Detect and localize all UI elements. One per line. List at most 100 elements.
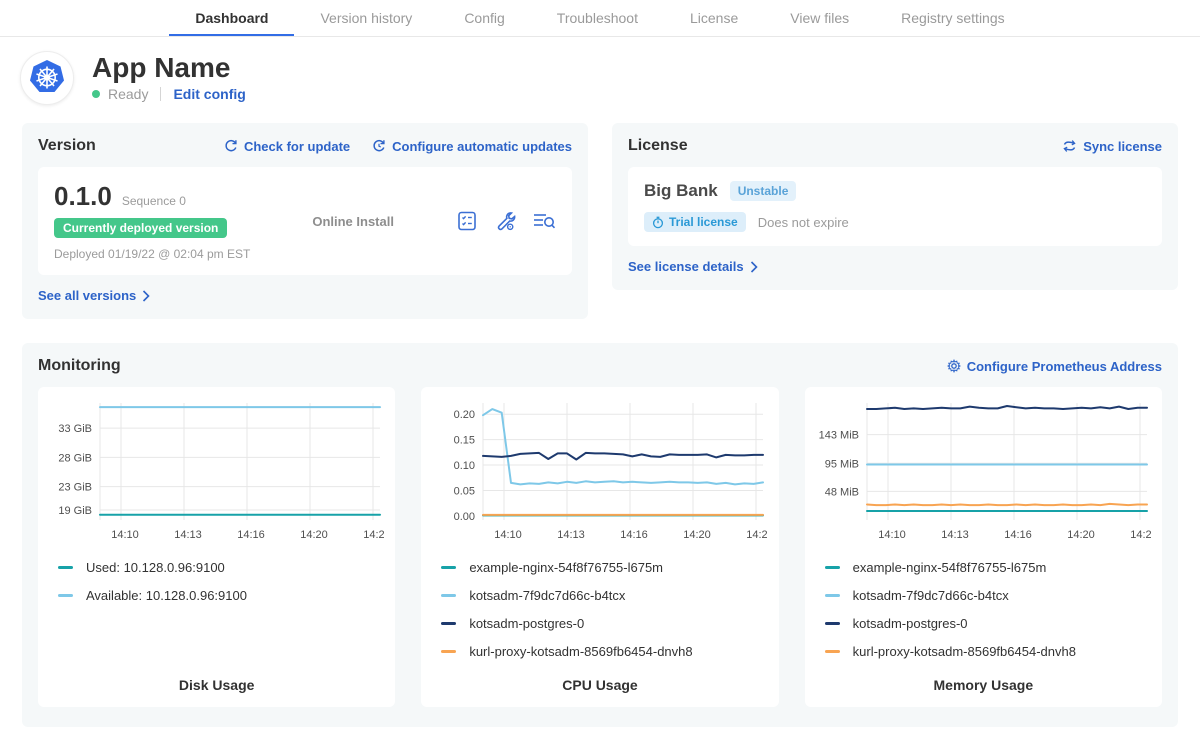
svg-text:28 GiB: 28 GiB — [58, 452, 92, 464]
stopwatch-icon — [652, 216, 664, 229]
divider — [160, 87, 161, 101]
see-license-details-link[interactable]: See license details — [628, 259, 758, 274]
tab-version-history[interactable]: Version history — [294, 0, 438, 36]
cpu-usage-legend: example-nginx-54f8f76755-l675m kotsadm-7f… — [433, 553, 766, 665]
svg-text:0.20: 0.20 — [454, 409, 475, 421]
legend-swatch — [441, 650, 456, 653]
svg-text:14:23: 14:23 — [747, 529, 768, 541]
refresh-icon — [224, 139, 238, 153]
tab-troubleshoot[interactable]: Troubleshoot — [531, 0, 664, 36]
svg-text:33 GiB: 33 GiB — [58, 423, 92, 435]
legend-swatch — [58, 594, 73, 597]
svg-text:14:10: 14:10 — [111, 529, 139, 541]
chevron-right-icon — [142, 290, 150, 302]
cpu-usage-chart-card: 14:1014:1314:1614:2014:230.200.150.100.0… — [421, 387, 778, 707]
legend-swatch — [825, 622, 840, 625]
top-nav: Dashboard Version history Config Trouble… — [0, 0, 1200, 37]
deployed-timestamp: Deployed 01/19/22 @ 02:04 pm EST — [54, 247, 250, 261]
legend-label: Used: 10.128.0.96:9100 — [86, 560, 225, 575]
see-all-versions-link[interactable]: See all versions — [38, 288, 150, 303]
legend-label: example-nginx-54f8f76755-l675m — [469, 560, 663, 575]
legend-label: example-nginx-54f8f76755-l675m — [853, 560, 1047, 575]
tab-dashboard[interactable]: Dashboard — [169, 0, 294, 36]
legend-label: kotsadm-7f9dc7d66c-b4tcx — [853, 588, 1009, 603]
svg-text:0.00: 0.00 — [454, 511, 475, 523]
svg-text:0.10: 0.10 — [454, 460, 475, 472]
legend-label: Available: 10.128.0.96:9100 — [86, 588, 247, 603]
config-wrench-icon[interactable] — [494, 210, 516, 232]
legend-item: Available: 10.128.0.96:9100 — [58, 581, 383, 609]
svg-text:0.15: 0.15 — [454, 435, 475, 447]
svg-text:95 MiB: 95 MiB — [824, 458, 858, 470]
chevron-right-icon — [750, 261, 758, 273]
legend-item: Used: 10.128.0.96:9100 — [58, 553, 383, 581]
monitoring-title: Monitoring — [38, 357, 121, 375]
legend-item: kotsadm-7f9dc7d66c-b4tcx — [825, 581, 1150, 609]
svg-text:14:13: 14:13 — [941, 529, 969, 541]
disk-usage-chart-card: 14:1014:1314:1614:2014:2333 GiB28 GiB23 … — [38, 387, 395, 707]
customer-name: Big Bank — [644, 181, 718, 201]
configure-automatic-updates-link[interactable]: Configure automatic updates — [372, 139, 572, 154]
svg-text:0.05: 0.05 — [454, 485, 475, 497]
sync-license-link[interactable]: Sync license — [1062, 139, 1162, 154]
legend-item: kurl-proxy-kotsadm-8569fb6454-dnvh8 — [441, 637, 766, 665]
chart-title: Disk Usage — [50, 665, 383, 693]
legend-label: kotsadm-7f9dc7d66c-b4tcx — [469, 588, 625, 603]
install-type: Online Install — [312, 214, 394, 229]
monitoring-section: Monitoring Configure Prometheus Address … — [22, 343, 1178, 727]
deploy-logs-icon[interactable] — [532, 210, 556, 232]
kubernetes-icon — [27, 58, 67, 98]
app-title: App Name — [92, 54, 246, 82]
cpu-usage-chart: 14:1014:1314:1614:2014:230.200.150.100.0… — [433, 397, 766, 549]
license-summary: Big Bank Unstable Trial license Do — [628, 167, 1162, 246]
svg-text:48 MiB: 48 MiB — [824, 486, 858, 498]
deployed-badge: Currently deployed version — [54, 218, 227, 238]
legend-swatch — [441, 566, 456, 569]
svg-text:14:16: 14:16 — [1004, 529, 1032, 541]
app-header: App Name Ready Edit config — [0, 37, 1200, 111]
svg-text:14:20: 14:20 — [684, 529, 712, 541]
current-version-row: 0.1.0 Sequence 0 Currently deployed vers… — [38, 167, 572, 275]
legend-item: example-nginx-54f8f76755-l675m — [441, 553, 766, 581]
svg-text:14:16: 14:16 — [237, 529, 265, 541]
app-logo — [20, 51, 74, 105]
configure-prometheus-link[interactable]: Configure Prometheus Address — [947, 359, 1162, 374]
legend-item: kotsadm-postgres-0 — [825, 609, 1150, 637]
svg-text:14:23: 14:23 — [1130, 529, 1151, 541]
edit-config-link[interactable]: Edit config — [173, 86, 245, 102]
legend-item: example-nginx-54f8f76755-l675m — [825, 553, 1150, 581]
legend-swatch — [441, 594, 456, 597]
check-for-update-link[interactable]: Check for update — [224, 139, 350, 154]
svg-text:19 GiB: 19 GiB — [58, 505, 92, 517]
memory-usage-chart-card: 14:1014:1314:1614:2014:23143 MiB95 MiB48… — [805, 387, 1162, 707]
legend-swatch — [441, 622, 456, 625]
legend-swatch — [825, 650, 840, 653]
legend-label: kurl-proxy-kotsadm-8569fb6454-dnvh8 — [469, 644, 692, 659]
chart-title: CPU Usage — [433, 665, 766, 693]
status-dot — [92, 90, 100, 98]
tab-config[interactable]: Config — [438, 0, 530, 36]
sync-icon — [1062, 139, 1077, 153]
svg-text:143 MiB: 143 MiB — [818, 430, 858, 442]
disk-usage-legend: Used: 10.128.0.96:9100 Available: 10.128.… — [50, 553, 383, 609]
svg-text:14:16: 14:16 — [621, 529, 649, 541]
svg-text:14:20: 14:20 — [300, 529, 328, 541]
svg-text:23 GiB: 23 GiB — [58, 482, 92, 494]
tab-view-files[interactable]: View files — [764, 0, 875, 36]
svg-text:14:10: 14:10 — [495, 529, 523, 541]
license-card-title: License — [628, 137, 688, 155]
scheduled-update-icon — [372, 139, 386, 153]
legend-item: kotsadm-postgres-0 — [441, 609, 766, 637]
svg-text:14:13: 14:13 — [174, 529, 202, 541]
memory-usage-chart: 14:1014:1314:1614:2014:23143 MiB95 MiB48… — [817, 397, 1150, 549]
legend-label: kurl-proxy-kotsadm-8569fb6454-dnvh8 — [853, 644, 1076, 659]
svg-text:14:10: 14:10 — [878, 529, 906, 541]
trial-license-badge: Trial license — [644, 212, 746, 232]
legend-swatch — [58, 566, 73, 569]
tab-registry-settings[interactable]: Registry settings — [875, 0, 1030, 36]
tab-license[interactable]: License — [664, 0, 764, 36]
app-status: Ready — [108, 86, 148, 102]
channel-badge: Unstable — [730, 181, 797, 201]
preflight-checks-icon[interactable] — [456, 210, 478, 232]
license-card: License Sync license Big Bank Unstable — [612, 123, 1178, 290]
